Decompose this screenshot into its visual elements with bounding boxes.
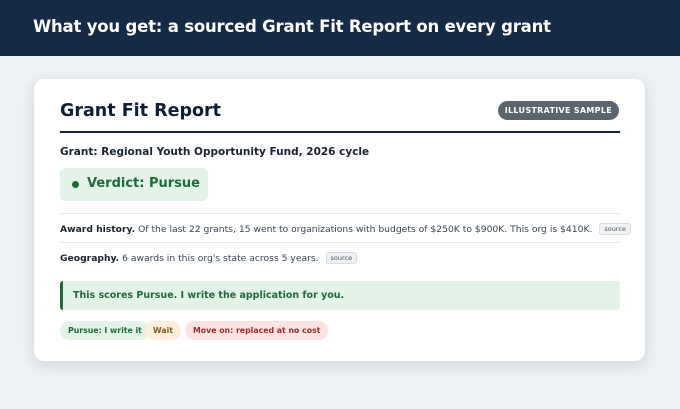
report-title: Grant Fit Report — [60, 101, 222, 121]
wait-pill: Wait — [145, 321, 181, 340]
recommendation-callout: This scores Pursue. I write the applicat… — [60, 281, 620, 310]
pursue-pill: Pursue: I write it — [60, 321, 150, 340]
evidence-label: Award history. — [60, 224, 136, 235]
top-banner: What you get: a sourced Grant Fit Report… — [0, 0, 680, 56]
grant-name: Grant: Regional Youth Opportunity Fund, … — [60, 146, 370, 158]
source-tag[interactable]: source — [325, 252, 358, 264]
source-tag[interactable]: source — [599, 223, 631, 235]
verdict-text: Verdict: Pursue — [87, 176, 200, 191]
verdict-dot-icon — [72, 181, 79, 188]
title-divider — [60, 131, 620, 133]
move-on-pill: Move on: replaced at no cost — [185, 321, 329, 340]
callout-text: This scores Pursue. I write the applicat… — [73, 290, 345, 301]
verdict-badge: Verdict: Pursue — [60, 168, 208, 201]
evidence-text: Of the last 22 grants, 15 went to organi… — [138, 224, 593, 235]
illustrative-sample-badge: ILLUSTRATIVE SAMPLE — [497, 101, 619, 120]
banner-title: What you get: a sourced Grant Fit Report… — [33, 17, 551, 36]
evidence-row-geography: Geography. 6 awards in this org's state … — [60, 243, 620, 273]
grant-fit-report-card: Grant Fit Report ILLUSTRATIVE SAMPLE Gra… — [34, 79, 645, 361]
evidence-row-award-history: Award history. Of the last 22 grants, 15… — [60, 213, 631, 243]
evidence-label: Geography. — [60, 253, 120, 264]
evidence-text: 6 awards in this org's state across 5 ye… — [122, 253, 319, 264]
